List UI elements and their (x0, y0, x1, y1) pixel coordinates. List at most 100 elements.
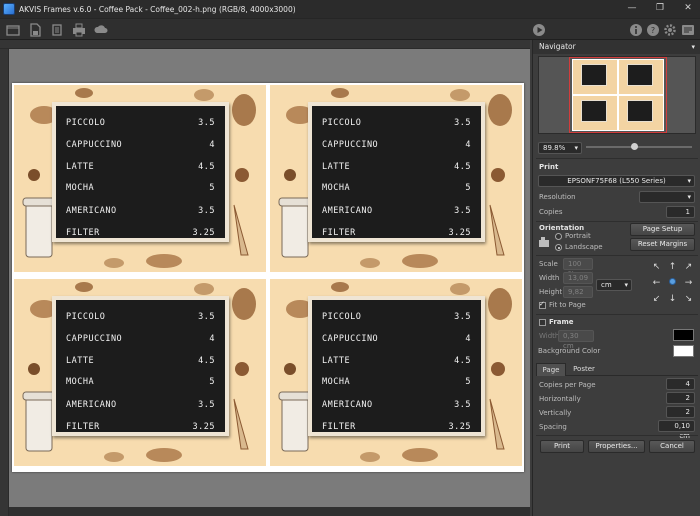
menu-item-price: 4 (209, 140, 215, 150)
collapse-icon[interactable]: ▾ (691, 40, 695, 54)
resolution-select[interactable]: ▾ (639, 191, 695, 203)
align-top-icon[interactable]: ↑ (667, 262, 678, 273)
print-section-title: Print (539, 163, 559, 171)
height-input[interactable]: 9,82 (563, 286, 593, 298)
layout-tabs: Page Poster (536, 363, 698, 376)
height-label: Height (539, 288, 563, 296)
frame-checkbox[interactable] (539, 319, 546, 326)
print-preview-workspace[interactable]: PICCOLO 3.5 CAPPUCCINO 4 LATTE 4.5 MOCHA 5 A… (9, 49, 530, 507)
zoom-slider-track[interactable] (586, 146, 692, 148)
menu-item-name: AMERICANO (66, 400, 117, 410)
menu-item-name: MOCHA (66, 377, 95, 387)
resolution-label: Resolution (539, 193, 576, 201)
menu-item-price: 3.25 (448, 228, 471, 238)
align-bottom-right-icon[interactable]: ↘ (683, 294, 694, 305)
photo-copy: PICCOLO 3.5 CAPPUCCINO 4 LATTE 4.5 MOCHA 5 A… (270, 279, 522, 466)
share-icon[interactable] (94, 23, 108, 37)
scale-input[interactable]: 100 % (563, 258, 593, 278)
navigator-preview[interactable] (538, 56, 696, 134)
help-icon[interactable]: ? (646, 23, 660, 37)
zoom-value: 89.8% (543, 144, 566, 152)
menu-item-price: 4.5 (198, 356, 215, 366)
minimize-button[interactable]: — (626, 2, 638, 14)
reset-margins-button[interactable]: Reset Margins (630, 238, 695, 251)
run-icon[interactable] (532, 23, 546, 37)
align-left-icon[interactable]: ← (651, 278, 662, 289)
copies-input[interactable]: 1 (666, 206, 695, 218)
vertical-ruler (0, 49, 9, 516)
align-top-right-icon[interactable]: ↗ (683, 262, 694, 273)
menu-item-name: CAPPUCCINO (322, 140, 379, 150)
spacing-label: Spacing (539, 423, 567, 431)
title-bar: AKVIS Frames v.6.0 - Coffee Pack - Coffe… (0, 0, 700, 18)
landscape-radio[interactable] (555, 244, 562, 251)
chevron-down-icon: ▾ (687, 193, 691, 201)
image-canvas-area: PICCOLO 3.5 CAPPUCCINO 4 LATTE 4.5 MOCHA 5 A… (0, 40, 532, 516)
tab-page[interactable]: Page (536, 363, 566, 376)
info-icon[interactable] (629, 23, 643, 37)
menu-item-name: FILTER (66, 228, 100, 238)
menu-item-price: 5 (209, 183, 215, 193)
chevron-down-icon: ▾ (624, 281, 628, 289)
menu-item-price: 3.5 (198, 312, 215, 322)
news-icon[interactable] (681, 23, 695, 37)
align-bottom-icon[interactable]: ↓ (667, 294, 678, 305)
align-top-left-icon[interactable]: ↖ (651, 262, 662, 273)
open-icon[interactable] (6, 23, 20, 37)
printer-select[interactable]: EPSONF75F68 (L550 Series) ▾ (538, 175, 695, 187)
tab-poster[interactable]: Poster (568, 363, 600, 376)
menu-item-price: 5 (465, 183, 471, 193)
menu-chalkboard: PICCOLO 3.5 CAPPUCCINO 4 LATTE 4.5 MOCHA 5 A… (308, 296, 485, 436)
menu-item-price: 4 (209, 334, 215, 344)
portrait-radio[interactable] (555, 233, 562, 240)
menu-item-name: MOCHA (322, 377, 351, 387)
width-label: Width (539, 274, 560, 282)
print-page: PICCOLO 3.5 CAPPUCCINO 4 LATTE 4.5 MOCHA 5 A… (12, 83, 524, 472)
cancel-button[interactable]: Cancel (649, 440, 695, 453)
menu-item-name: AMERICANO (322, 206, 373, 216)
align-right-icon[interactable]: → (683, 278, 694, 289)
menu-item-price: 4.5 (454, 356, 471, 366)
close-button[interactable]: ✕ (682, 2, 694, 14)
menu-item-name: FILTER (322, 228, 356, 238)
viewport-frame[interactable] (569, 57, 667, 133)
svg-text:?: ? (651, 26, 655, 35)
print-button[interactable]: Print (540, 440, 584, 453)
background-color-swatch[interactable] (673, 345, 694, 357)
batch-icon[interactable] (50, 23, 64, 37)
horizontally-label: Horizontally (539, 395, 581, 403)
unit-select[interactable]: cm ▾ (596, 279, 632, 291)
printer-name: EPSONF75F68 (L550 Series) (567, 177, 666, 185)
copies-per-page-input[interactable]: 4 (666, 378, 695, 390)
zoom-select[interactable]: 89.8% ▾ (538, 142, 582, 154)
menu-item-price: 5 (209, 377, 215, 387)
menu-chalkboard: PICCOLO 3.5 CAPPUCCINO 4 LATTE 4.5 MOCHA 5 A… (52, 296, 229, 436)
properties-button[interactable]: Properties... (588, 440, 645, 453)
align-center-icon[interactable] (667, 278, 678, 289)
navigator-header: Navigator ▾ (533, 40, 700, 54)
photo-copy: PICCOLO 3.5 CAPPUCCINO 4 LATTE 4.5 MOCHA 5 A… (270, 85, 522, 272)
maximize-button[interactable]: ❐ (654, 2, 666, 14)
frame-color-swatch[interactable] (673, 329, 694, 341)
page-setup-button[interactable]: Page Setup (630, 223, 695, 236)
spacing-input[interactable]: 0,10 cm (658, 420, 695, 440)
divider (536, 158, 698, 159)
width-input[interactable]: 13,09 (563, 272, 593, 284)
settings-panel: Navigator ▾ 89.8% ▾ Print EPSONF75F68 (L… (532, 40, 700, 516)
menu-item-name: AMERICANO (322, 400, 373, 410)
frame-width-input[interactable]: 0,30 cm (558, 330, 594, 350)
preferences-icon[interactable] (663, 23, 677, 37)
align-bottom-left-icon[interactable]: ↙ (651, 294, 662, 305)
horizontally-input[interactable]: 2 (666, 392, 695, 404)
fit-to-page-checkbox[interactable] (539, 300, 546, 309)
print-icon[interactable] (72, 23, 86, 37)
menu-item-name: CAPPUCCINO (322, 334, 379, 344)
vertically-input[interactable]: 2 (666, 406, 695, 418)
save-icon[interactable] (28, 23, 42, 37)
zoom-slider-handle[interactable] (630, 143, 638, 150)
menu-item-name: CAPPUCCINO (66, 334, 123, 344)
navigator-title: Navigator (539, 42, 576, 51)
horizontal-scrollbar[interactable] (9, 507, 530, 516)
menu-item-price: 4.5 (454, 162, 471, 172)
window-title: AKVIS Frames v.6.0 - Coffee Pack - Coffe… (19, 4, 296, 14)
